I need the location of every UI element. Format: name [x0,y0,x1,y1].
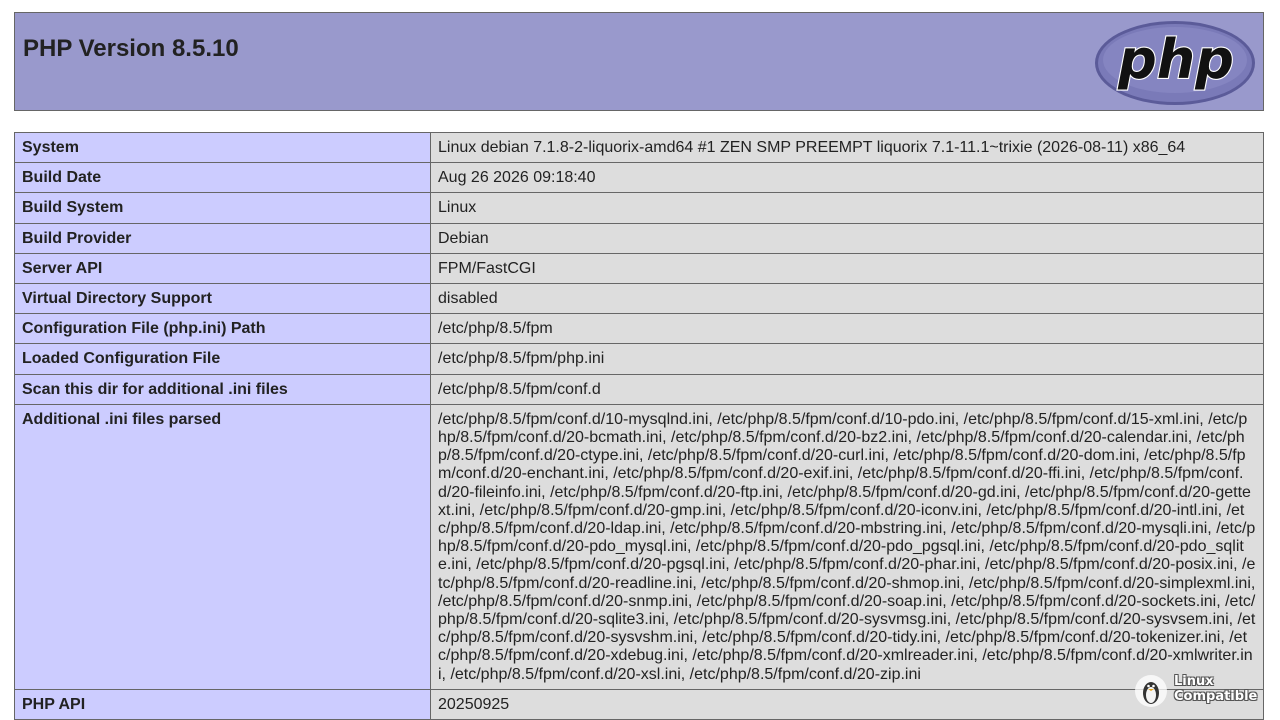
row-label: Scan this dir for additional .ini files [14,373,431,405]
row-value: Aug 26 2026 09:18:40 [430,162,1264,194]
table-row: Build Date Aug 26 2026 09:18:40 [14,162,1264,194]
table-row: Loaded Configuration File /etc/php/8.5/f… [14,343,1264,375]
table-row: Build System Linux [14,192,1264,224]
row-label: Server API [14,252,431,285]
row-label: PHP API [14,688,431,720]
row-label: Additional .ini files parsed [14,403,431,690]
row-label: Virtual Directory Support [14,283,431,315]
row-value: /etc/php/8.5/fpm/conf.d [430,373,1264,405]
table-row: Scan this dir for additional .ini files … [14,373,1264,405]
row-label: Build System [14,192,431,224]
row-label: Build Provider [14,222,431,254]
page-title: PHP Version 8.5.10 [23,35,239,62]
row-value: Linux debian 7.1.8-2-liquorix-amd64 #1 Z… [430,131,1264,164]
row-value: FPM/FastCGI [430,252,1264,285]
version-header: PHP Version 8.5.10 php [14,12,1264,111]
watermark-line1: Linux [1174,674,1214,689]
table-row: Additional .ini files parsed /etc/php/8.… [14,403,1264,690]
table-row: Server API FPM/FastCGI [14,252,1264,285]
row-value: Linux [430,192,1264,224]
tux-penguin-icon [1135,675,1167,707]
table-row: Build Provider Debian [14,222,1264,254]
row-value: disabled [430,283,1264,315]
row-label: System [14,131,431,164]
php-logo-icon[interactable]: php [1094,20,1256,106]
phpinfo-page: PHP Version 8.5.10 php System Linux debi… [14,12,1264,720]
logo-text: php [1117,28,1234,91]
table-row: Configuration File (php.ini) Path /etc/p… [14,313,1264,345]
row-label: Loaded Configuration File [14,343,431,375]
table-row: Virtual Directory Support disabled [14,283,1264,315]
linux-compatible-watermark: Linux Compatible [1134,672,1264,712]
row-label: Build Date [14,162,431,194]
watermark-line2: Compatible [1174,689,1258,704]
info-table: System Linux debian 7.1.8-2-liquorix-amd… [14,131,1264,720]
row-value: Debian [430,222,1264,254]
table-row: PHP API 20250925 [14,688,1264,720]
row-value: /etc/php/8.5/fpm/php.ini [430,343,1264,375]
row-value: /etc/php/8.5/fpm/conf.d/10-mysqlnd.ini, … [430,403,1264,690]
table-row: System Linux debian 7.1.8-2-liquorix-amd… [14,131,1264,164]
row-label: Configuration File (php.ini) Path [14,313,431,345]
row-value: /etc/php/8.5/fpm [430,313,1264,345]
